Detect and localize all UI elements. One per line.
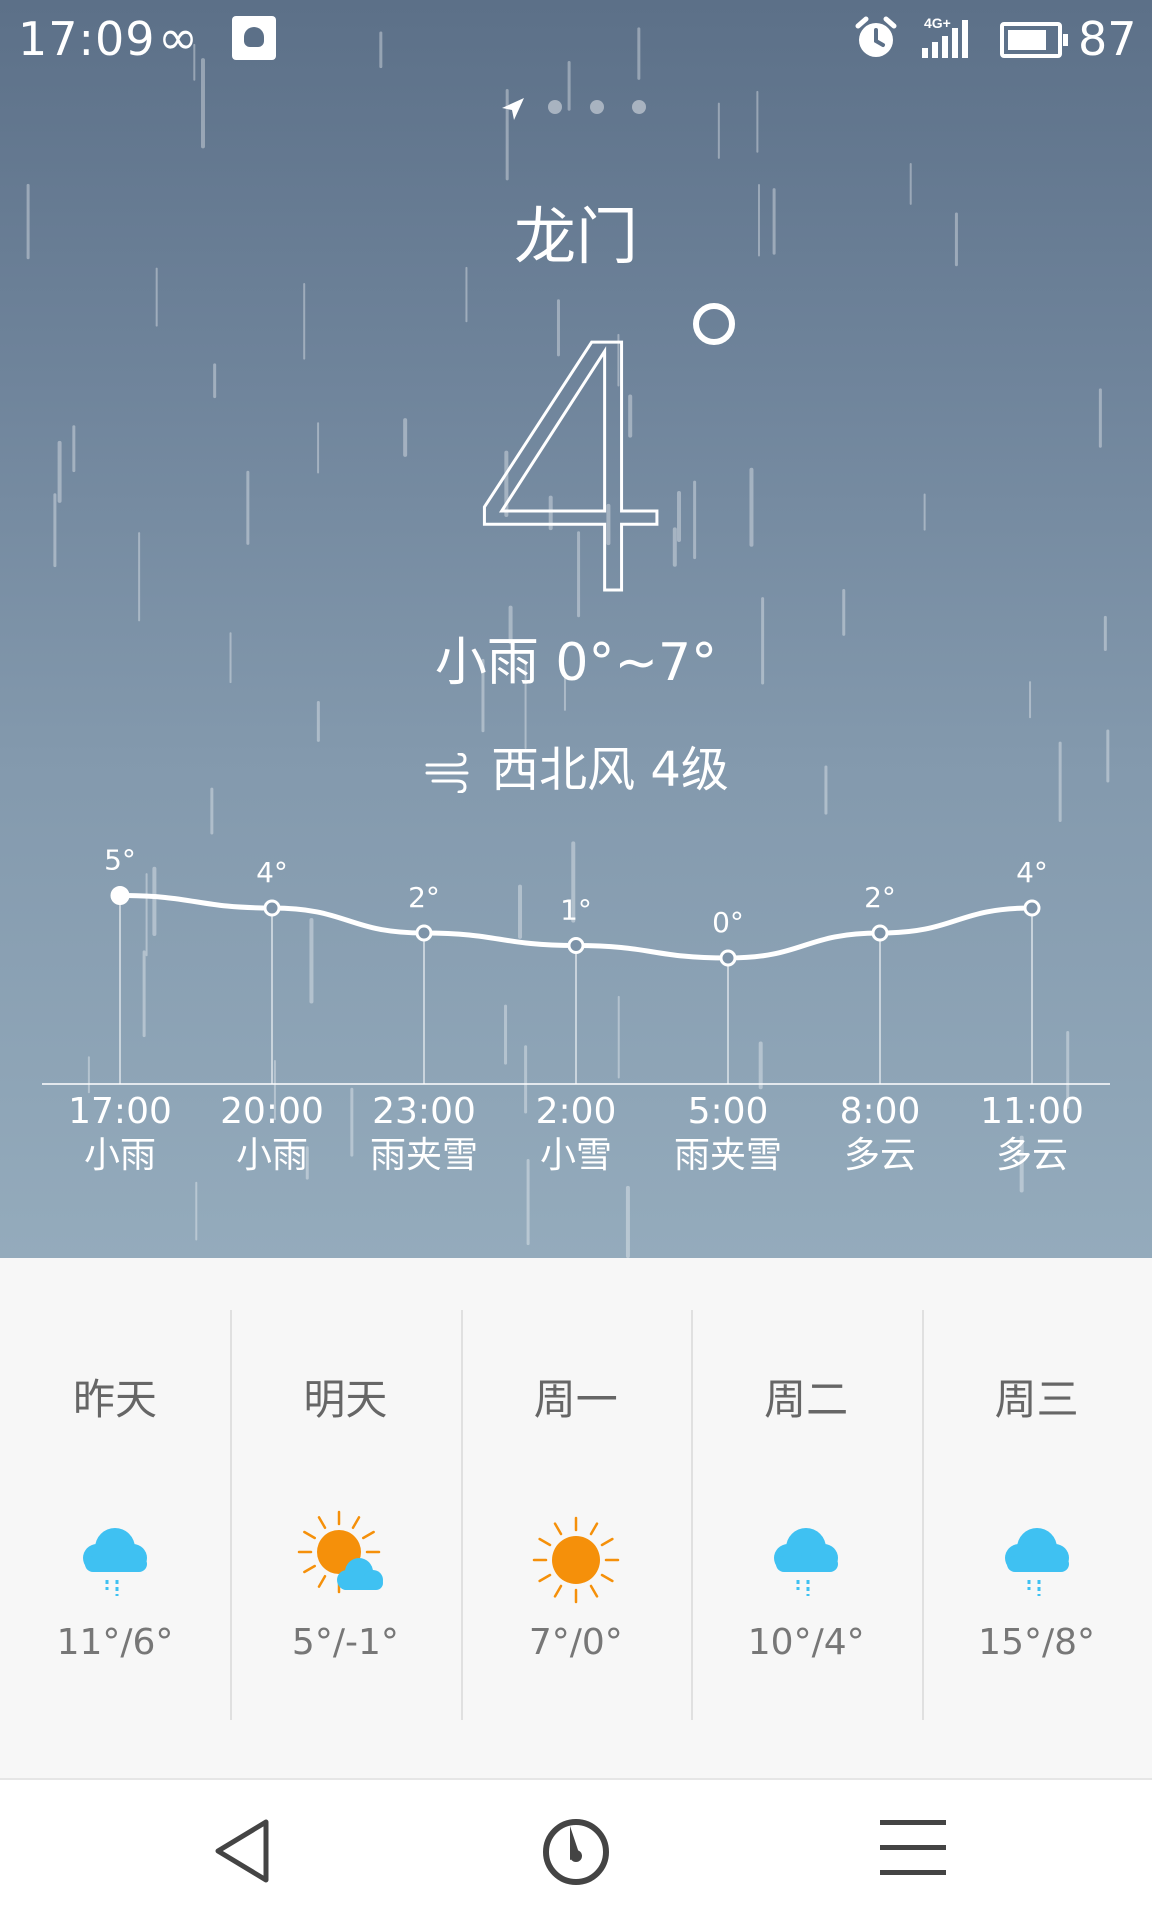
infinity-icon: ∞ xyxy=(158,10,198,66)
back-icon[interactable] xyxy=(210,1816,276,1886)
chart-point xyxy=(567,937,585,954)
column-divider xyxy=(460,1310,463,1720)
chart-point xyxy=(871,924,889,942)
column-divider xyxy=(230,1310,233,1720)
column-divider xyxy=(921,1310,924,1720)
day-forecast[interactable]: 明天 5°/-1° xyxy=(230,1310,460,1720)
hour-condition: 多云 xyxy=(995,1135,1068,1176)
page-dot xyxy=(590,100,604,114)
day-forecast[interactable]: 周二 10°/4° xyxy=(691,1310,921,1720)
day-temp-range: 11°/6° xyxy=(56,1622,174,1663)
hour-item: 23:00 雨夹雪 xyxy=(349,1090,499,1178)
hour-item: 20:00 小雨 xyxy=(197,1090,347,1178)
rain-icon xyxy=(774,1528,839,1596)
day-forecast[interactable]: 周一 7°/0° xyxy=(461,1310,691,1720)
hour-condition: 多云 xyxy=(843,1135,916,1176)
chart-point xyxy=(110,886,130,905)
day-temp-range: 15°/8° xyxy=(978,1622,1096,1663)
current-temperature: 4 xyxy=(466,300,735,610)
chart-point xyxy=(719,949,737,967)
hour-condition: 小雨 xyxy=(83,1135,156,1176)
day-label: 周二 xyxy=(764,1375,849,1424)
hourly-forecast: 17:00 小雨 20:00 小雨 23:00 雨夹雪 2:00 小雪 5:00 雨夹雪 8:00 多… xyxy=(0,1090,1152,1210)
day-label: 明天 xyxy=(303,1375,388,1424)
hour-condition: 小雪 xyxy=(539,1135,612,1176)
app-notification-icon xyxy=(232,16,276,60)
hour-time: 17:00 xyxy=(68,1091,172,1132)
clock: 17:09 xyxy=(18,12,156,66)
chart-temp-label: 4° xyxy=(1016,856,1048,889)
hour-item: 8:00 多云 xyxy=(805,1090,955,1178)
column-divider xyxy=(691,1310,694,1720)
hour-item: 2:00 小雪 xyxy=(501,1090,651,1178)
day-temp-range: 10°/4° xyxy=(747,1622,865,1663)
network-label: 4G+ xyxy=(924,15,951,31)
battery-icon xyxy=(1000,22,1068,58)
rain-icon xyxy=(83,1528,147,1596)
day-label: 周一 xyxy=(533,1375,618,1424)
city-name[interactable]: 龙门 xyxy=(0,186,1152,276)
chart-temp-label: 0° xyxy=(712,906,744,939)
location-arrow-icon xyxy=(502,98,524,120)
wind-info: 西北风 4级 xyxy=(0,730,1152,800)
hour-condition: 雨夹雪 xyxy=(673,1135,782,1176)
day-label: 昨天 xyxy=(72,1375,157,1424)
hour-time: 8:00 xyxy=(839,1091,921,1132)
temperature-value: 4 xyxy=(468,300,684,610)
home-icon[interactable] xyxy=(540,1816,612,1888)
battery-percent: 87 xyxy=(1078,12,1137,66)
day-label: 周三 xyxy=(994,1375,1079,1424)
hour-item: 5:00 雨夹雪 xyxy=(653,1090,803,1178)
chart-temp-label: 2° xyxy=(864,881,896,914)
weather-header: 17:09 ∞ 4G+ 87 龙门 4 小雨 0°~7° 西北风 4级 5° 4… xyxy=(0,0,1152,1258)
chart-temp-label: 2° xyxy=(408,881,440,914)
day-forecast[interactable]: 昨天 11°/6° xyxy=(0,1310,230,1720)
page-dot xyxy=(632,100,646,114)
rain-icon xyxy=(1004,1528,1069,1596)
chart-temp-label: 4° xyxy=(256,856,288,889)
chart-temp-label: 5° xyxy=(104,844,136,877)
page-dot xyxy=(548,100,562,114)
hour-item: 11:00 多云 xyxy=(957,1090,1107,1178)
status-bar: 17:09 ∞ 4G+ 87 xyxy=(0,0,1152,80)
chart-point xyxy=(415,924,433,942)
hour-condition: 小雨 xyxy=(235,1135,308,1176)
day-temp-range: 7°/0° xyxy=(528,1622,623,1663)
daily-forecast: 昨天 11°/6° 明天 5°/-1° 周一 7°/0° 周二 10°/4° 周三 15°/8° xyxy=(0,1258,1152,1778)
day-forecast[interactable]: 周三 15°/8° xyxy=(922,1310,1152,1720)
hour-time: 11:00 xyxy=(980,1091,1084,1132)
wind-icon xyxy=(425,753,469,793)
hour-time: 5:00 xyxy=(687,1091,769,1132)
chart-temp-label: 1° xyxy=(560,894,592,927)
condition-range: 小雨 0°~7° xyxy=(434,633,718,693)
hour-time: 2:00 xyxy=(535,1091,617,1132)
hour-time: 23:00 xyxy=(372,1091,476,1132)
menu-icon[interactable] xyxy=(878,1816,948,1880)
degree-symbol xyxy=(693,303,735,345)
alarm-icon xyxy=(855,16,897,57)
wind-text: 西北风 4级 xyxy=(491,742,729,798)
sunny-icon xyxy=(532,1516,620,1604)
chart-point xyxy=(1023,899,1041,917)
chart-point xyxy=(263,899,281,917)
navigation-bar xyxy=(0,1778,1152,1922)
signal-icon: 4G+ xyxy=(922,15,968,58)
hour-condition: 雨夹雪 xyxy=(369,1135,478,1176)
hour-time: 20:00 xyxy=(220,1091,324,1132)
hourly-temperature-chart: 5° 4° 2° 1° 0° 2° 4° xyxy=(42,844,1110,1085)
day-temp-range: 5°/-1° xyxy=(291,1622,399,1663)
partly-cloudy-icon xyxy=(298,1510,384,1594)
hour-item: 17:00 小雨 xyxy=(45,1090,195,1178)
